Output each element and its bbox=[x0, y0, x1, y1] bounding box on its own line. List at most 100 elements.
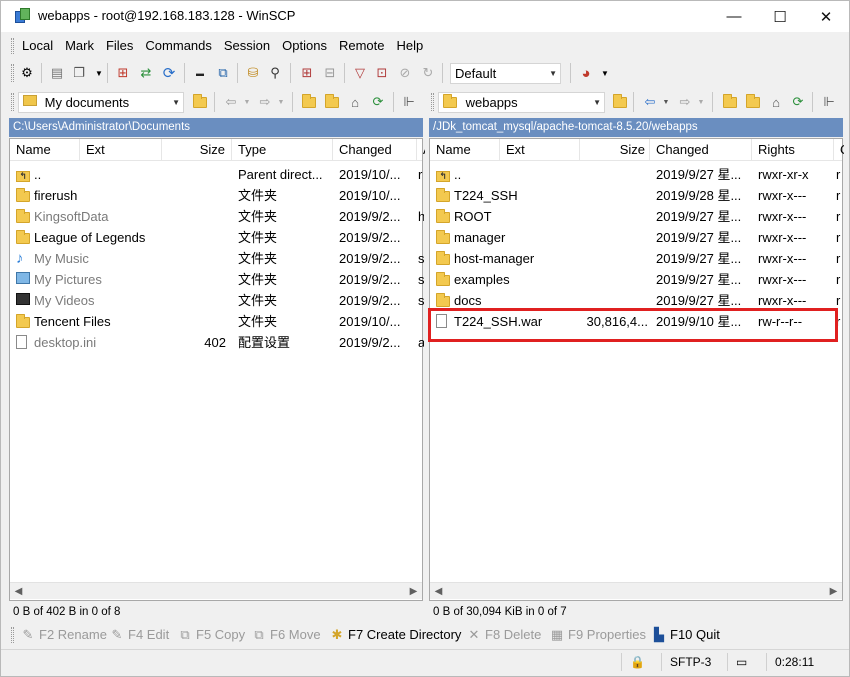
refresh-sync-icon[interactable]: ⟳ bbox=[159, 63, 179, 83]
column-owner[interactable]: O bbox=[834, 139, 844, 161]
column-size[interactable]: Size bbox=[580, 139, 650, 161]
table-row[interactable]: KingsoftData 文件夹 2019/9/2... h bbox=[10, 206, 424, 227]
chevron-down-icon[interactable]: ▼ bbox=[271, 92, 291, 112]
table-row[interactable]: My Videos 文件夹 2019/9/2... s bbox=[10, 290, 424, 311]
menu-help[interactable]: Help bbox=[390, 35, 429, 57]
menu-options[interactable]: Options bbox=[276, 35, 333, 57]
chevron-down-icon[interactable]: ▼ bbox=[89, 63, 109, 83]
column-type[interactable]: Type bbox=[232, 139, 333, 161]
scroll-left-icon[interactable]: ◀ bbox=[10, 583, 27, 600]
file-size bbox=[580, 269, 648, 290]
delete-button[interactable]: ✕ F8 Delete bbox=[467, 624, 542, 646]
column-ext[interactable]: Ext bbox=[80, 139, 162, 161]
queue-icon[interactable]: ⛁ bbox=[243, 63, 263, 83]
file-attr: s bbox=[418, 272, 424, 287]
column-attr[interactable]: A bbox=[417, 139, 425, 161]
clear-selection-icon[interactable]: ⊘ bbox=[395, 63, 415, 83]
column-changed[interactable]: Changed bbox=[650, 139, 752, 161]
synchronize-browse-icon[interactable]: ❐ bbox=[69, 63, 89, 83]
invert-selection-icon[interactable]: ⊡ bbox=[372, 63, 392, 83]
table-row[interactable]: ↰.. Parent direct... 2019/10/... r bbox=[10, 164, 422, 185]
refresh-icon[interactable]: ⟳ bbox=[788, 92, 808, 112]
table-row[interactable]: League of Legends 文件夹 2019/9/2... bbox=[10, 227, 422, 248]
home-icon[interactable]: ⌂ bbox=[345, 92, 365, 112]
synchronize-icon[interactable]: ⇄ bbox=[136, 63, 156, 83]
compare-directories-icon[interactable]: ⊞ bbox=[113, 63, 133, 83]
console-icon[interactable]: ▤ bbox=[47, 63, 67, 83]
open-directory-icon[interactable] bbox=[610, 92, 630, 112]
transfer-options-icon[interactable]: ◕ bbox=[576, 63, 596, 83]
menu-files[interactable]: Files bbox=[100, 35, 139, 57]
column-size[interactable]: Size bbox=[162, 139, 232, 161]
menu-mark[interactable]: Mark bbox=[59, 35, 100, 57]
rename-button[interactable]: ✎ F2 Rename bbox=[21, 624, 107, 646]
parent-directory-icon[interactable] bbox=[299, 92, 319, 112]
table-row[interactable]: ♪ My Music 文件夹 2019/9/2... s bbox=[10, 248, 424, 269]
toolbar-grip[interactable] bbox=[11, 93, 14, 111]
create-directory-button[interactable]: ✱ F7 Create Directory bbox=[330, 624, 462, 646]
table-row[interactable]: Tencent Files 文件夹 2019/10/... bbox=[10, 311, 422, 332]
filter-icon[interactable]: ▽ bbox=[350, 63, 370, 83]
file-size bbox=[162, 185, 226, 206]
properties-button[interactable]: ▦ F9 Properties bbox=[550, 624, 646, 646]
maximize-button[interactable]: ☐ bbox=[757, 1, 803, 32]
table-row[interactable]: ↰.. 2019/9/27 星... rwxr-xr-x r bbox=[430, 164, 842, 185]
refresh-icon[interactable]: ⟳ bbox=[368, 92, 388, 112]
move-button[interactable]: ⧉ F6 Move bbox=[252, 624, 320, 646]
chevron-down-icon[interactable]: ▼ bbox=[656, 92, 676, 112]
scroll-left-icon[interactable]: ◀ bbox=[430, 583, 447, 600]
edit-button[interactable]: ✎ F4 Edit bbox=[110, 624, 170, 646]
menu-remote[interactable]: Remote bbox=[333, 35, 391, 57]
menu-session[interactable]: Session bbox=[218, 35, 276, 57]
root-directory-icon[interactable] bbox=[743, 92, 763, 112]
menu-commands[interactable]: Commands bbox=[139, 35, 217, 57]
chevron-down-icon[interactable]: ▼ bbox=[595, 63, 615, 83]
restore-selection-icon[interactable]: ↻ bbox=[418, 63, 438, 83]
menu-local[interactable]: Local bbox=[16, 35, 59, 57]
column-name[interactable]: Name bbox=[10, 139, 80, 161]
column-ext[interactable]: Ext bbox=[500, 139, 580, 161]
table-row[interactable]: My Pictures 文件夹 2019/9/2... s bbox=[10, 269, 424, 290]
home-icon[interactable]: ⌂ bbox=[766, 92, 786, 112]
minimize-button[interactable]: — bbox=[711, 1, 757, 32]
column-name[interactable]: Name bbox=[430, 139, 500, 161]
toolbar-grip[interactable] bbox=[11, 64, 14, 82]
terminal-icon[interactable]: ▬ bbox=[190, 63, 210, 83]
scroll-right-icon[interactable]: ▶ bbox=[825, 583, 842, 600]
left-location-select[interactable]: My documents ▼ bbox=[18, 92, 184, 113]
table-row[interactable]: examples 2019/9/27 星... rwxr-x--- r bbox=[430, 269, 842, 290]
tree-view-icon[interactable]: ⊩ bbox=[819, 92, 839, 112]
chevron-down-icon[interactable]: ▼ bbox=[691, 92, 711, 112]
toolbar-grip[interactable] bbox=[11, 627, 14, 643]
open-directory-icon[interactable] bbox=[190, 92, 210, 112]
chevron-down-icon[interactable]: ▼ bbox=[237, 92, 257, 112]
putty-icon[interactable]: ⧉ bbox=[213, 63, 233, 83]
right-horizontal-scrollbar[interactable]: ◀ ▶ bbox=[430, 582, 842, 599]
left-file-panel[interactable]: Name Ext Size Type Changed A ↰.. Parent d… bbox=[9, 138, 425, 601]
toolbar-grip[interactable] bbox=[431, 93, 434, 111]
quit-button[interactable]: ▙ F10 Quit bbox=[652, 624, 720, 646]
root-directory-icon[interactable] bbox=[322, 92, 342, 112]
table-row[interactable]: firerush 文件夹 2019/10/... bbox=[10, 185, 422, 206]
right-file-panel[interactable]: Name Ext Size Changed Rights O ↰.. 2019/9… bbox=[429, 138, 844, 601]
tree-view-icon[interactable]: ⊩ bbox=[399, 92, 419, 112]
parent-directory-icon[interactable] bbox=[720, 92, 740, 112]
find-files-icon[interactable]: ⚲ bbox=[265, 63, 285, 83]
preferences-gear-icon[interactable]: ⚙ bbox=[17, 63, 37, 83]
table-row[interactable]: T224_SSH 2019/9/28 星... rwxr-x--- r bbox=[430, 185, 842, 206]
table-row[interactable]: manager 2019/9/27 星... rwxr-x--- r bbox=[430, 227, 842, 248]
left-horizontal-scrollbar[interactable]: ◀ ▶ bbox=[10, 582, 422, 599]
select-files-icon[interactable]: ⊞ bbox=[297, 63, 317, 83]
table-row[interactable]: desktop.ini 402 配置设置 2019/9/2... a bbox=[10, 332, 424, 353]
scroll-right-icon[interactable]: ▶ bbox=[405, 583, 422, 600]
table-row[interactable]: host-manager 2019/9/27 星... rwxr-x--- r bbox=[430, 248, 842, 269]
menubar-grip[interactable] bbox=[11, 38, 14, 54]
table-row[interactable]: ROOT 2019/9/27 星... rwxr-x--- r bbox=[430, 206, 842, 227]
unselect-files-icon[interactable]: ⊟ bbox=[320, 63, 340, 83]
transfer-settings-select[interactable]: Default ▼ bbox=[450, 63, 561, 84]
right-location-select[interactable]: webapps ▼ bbox=[438, 92, 605, 113]
column-changed[interactable]: Changed bbox=[333, 139, 417, 161]
close-button[interactable]: ✕ bbox=[803, 1, 849, 32]
column-rights[interactable]: Rights bbox=[752, 139, 834, 161]
copy-button[interactable]: ⧉ F5 Copy bbox=[178, 624, 245, 646]
